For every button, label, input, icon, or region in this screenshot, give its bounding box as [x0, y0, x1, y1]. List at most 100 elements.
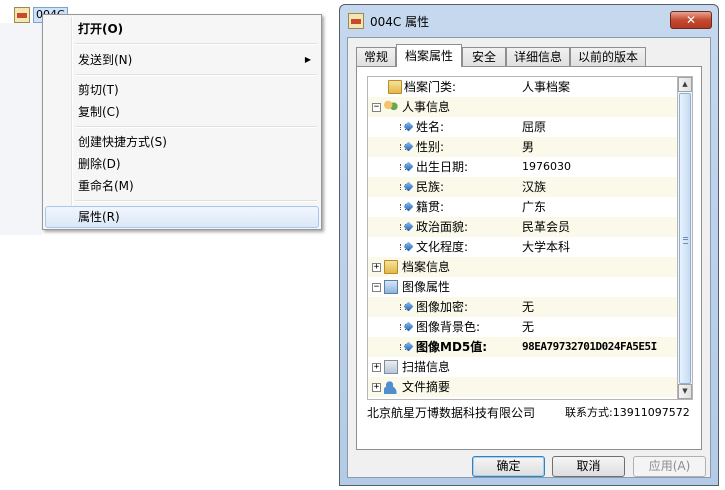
- property-icon: [400, 323, 412, 332]
- dialog-title: 004C 属性: [370, 14, 430, 29]
- people-icon: [384, 100, 398, 114]
- folder-icon: [384, 260, 398, 274]
- tree-row[interactable]: + 文件摘要: [368, 377, 677, 397]
- tree-scrollbar[interactable]: ▲ ▼: [677, 76, 693, 400]
- tree-row[interactable]: 姓名: 屈原: [368, 117, 677, 137]
- tree-value: 大学本科: [522, 240, 571, 254]
- scanner-icon: [384, 360, 398, 374]
- menu-separator: [75, 74, 317, 76]
- tab-panel: 档案门类: 人事档案 − 人事信息 姓名: 屈原 性别: 男 出生日期: 197…: [356, 66, 702, 450]
- tree-row[interactable]: 民族: 汉族: [368, 177, 677, 197]
- menu-separator: [75, 200, 317, 202]
- tree-value: 民革会员: [522, 220, 571, 234]
- tree-key: 档案门类:: [404, 80, 457, 94]
- menu-item-open[interactable]: 打开(O): [45, 18, 319, 40]
- menu-item-copy[interactable]: 复制(C): [45, 101, 319, 123]
- company-name: 北京航星万博数据科技有限公司: [367, 406, 536, 420]
- tree-value: 汉族: [522, 180, 547, 194]
- tree-key: 图像加密:: [416, 300, 469, 314]
- tab-details[interactable]: 详细信息: [506, 47, 570, 66]
- tree-value: 屈原: [522, 120, 547, 134]
- property-icon: [400, 123, 412, 132]
- scroll-up-icon[interactable]: ▲: [678, 77, 692, 92]
- tree-row[interactable]: 性别: 男: [368, 137, 677, 157]
- menu-separator: [75, 43, 317, 45]
- image-icon: [384, 280, 398, 294]
- menu-item-rename[interactable]: 重命名(M): [45, 175, 319, 197]
- properties-dialog: 004C 属性 ✕ 常规 档案属性 安全 详细信息 以前的版本 档案门类: 人事…: [339, 4, 719, 486]
- expand-toggle-icon[interactable]: +: [372, 263, 381, 272]
- menu-item-label: 创建快捷方式(S): [78, 135, 167, 149]
- tree-row[interactable]: − 人事信息: [368, 97, 677, 117]
- scroll-grip-icon: [683, 237, 688, 244]
- menu-item-send-to[interactable]: 发送到(N) ▶: [45, 49, 319, 71]
- menu-item-create-shortcut[interactable]: 创建快捷方式(S): [45, 131, 319, 153]
- expand-toggle-icon[interactable]: +: [372, 363, 381, 372]
- property-icon: [400, 183, 412, 192]
- property-icon: [400, 303, 412, 312]
- tree-row[interactable]: 政治面貌: 民革会员: [368, 217, 677, 237]
- ok-button[interactable]: 确定: [472, 456, 545, 477]
- tree-value: 男: [522, 140, 535, 154]
- tree-key: 图像MD5值:: [416, 340, 488, 354]
- title-bar: 004C 属性: [348, 11, 429, 31]
- menu-item-label: 发送到(N): [78, 53, 133, 67]
- tree-key: 图像背景色:: [416, 320, 481, 334]
- scroll-down-icon[interactable]: ▼: [678, 384, 692, 399]
- submenu-arrow-icon: ▶: [304, 55, 311, 64]
- tab-general[interactable]: 常规: [356, 47, 396, 66]
- desktop-area: [0, 23, 42, 235]
- user-summary-icon: [384, 380, 398, 394]
- property-icon: [400, 223, 412, 232]
- tree-value: 1 条: [522, 397, 545, 399]
- tree-row[interactable]: 文化程度: 大学本科: [368, 237, 677, 257]
- tree-row[interactable]: 图像加密: 无: [368, 297, 677, 317]
- collapse-toggle-icon[interactable]: −: [372, 103, 381, 112]
- tree-key: 扫描信息: [402, 360, 451, 374]
- property-tree: 档案门类: 人事档案 − 人事信息 姓名: 屈原 性别: 男 出生日期: 197…: [367, 76, 677, 400]
- menu-item-label: 打开(O): [78, 22, 124, 36]
- tree-row[interactable]: + 扫描信息: [368, 357, 677, 377]
- menu-item-cut[interactable]: 剪切(T): [45, 79, 319, 101]
- tree-key: 文化程度:: [416, 240, 469, 254]
- tree-key: 籍贯:: [416, 200, 445, 214]
- tree-row[interactable]: 籍贯: 广东: [368, 197, 677, 217]
- tab-archive-properties[interactable]: 档案属性: [396, 44, 462, 67]
- tree-value: 人事档案: [522, 80, 571, 94]
- property-icon: [400, 143, 412, 152]
- scroll-thumb[interactable]: [679, 93, 691, 384]
- menu-item-delete[interactable]: 删除(D): [45, 153, 319, 175]
- tree-row[interactable]: 出生日期: 1976030: [368, 157, 677, 177]
- context-menu: 打开(O) 发送到(N) ▶ 剪切(T) 复制(C) 创建快捷方式(S) 删除(D…: [42, 14, 322, 230]
- menu-separator: [75, 126, 317, 128]
- close-button[interactable]: ✕: [670, 11, 712, 29]
- tree-key: 民族:: [416, 180, 445, 194]
- menu-item-label: 重命名(M): [78, 179, 134, 193]
- tab-security[interactable]: 安全: [462, 47, 506, 66]
- tree-row[interactable]: 档案门类: 人事档案: [368, 77, 677, 97]
- tree-key: 人事信息: [402, 100, 451, 114]
- tree-key: 图像属性: [402, 280, 451, 294]
- tree-row[interactable]: − 图像属性: [368, 277, 677, 297]
- tree-key: 修改日志: [402, 397, 450, 399]
- tree-row[interactable]: 图像MD5值: 98EA79732701D024FA5E5I: [368, 337, 677, 357]
- tree-row[interactable]: + 修改日志 1 条: [368, 397, 677, 399]
- property-icon: [400, 163, 412, 172]
- archive-file-icon: [348, 13, 364, 29]
- tab-previous-versions[interactable]: 以前的版本: [570, 47, 646, 66]
- tree-key: 姓名:: [416, 120, 445, 134]
- property-icon: [400, 203, 412, 212]
- apply-button[interactable]: 应用(A): [633, 456, 706, 477]
- expand-toggle-icon[interactable]: +: [372, 383, 381, 392]
- menu-item-label: 剪切(T): [78, 83, 119, 97]
- tree-row[interactable]: + 档案信息: [368, 257, 677, 277]
- property-icon: [400, 243, 412, 252]
- tree-value: 1976030: [522, 160, 571, 173]
- collapse-toggle-icon[interactable]: −: [372, 283, 381, 292]
- cancel-button[interactable]: 取消: [552, 456, 625, 477]
- tree-key: 政治面貌:: [416, 220, 469, 234]
- menu-item-properties[interactable]: 属性(R): [45, 206, 319, 228]
- tree-row[interactable]: 图像背景色: 无: [368, 317, 677, 337]
- tree-value: 无: [522, 300, 535, 314]
- menu-item-label: 属性(R): [78, 210, 120, 224]
